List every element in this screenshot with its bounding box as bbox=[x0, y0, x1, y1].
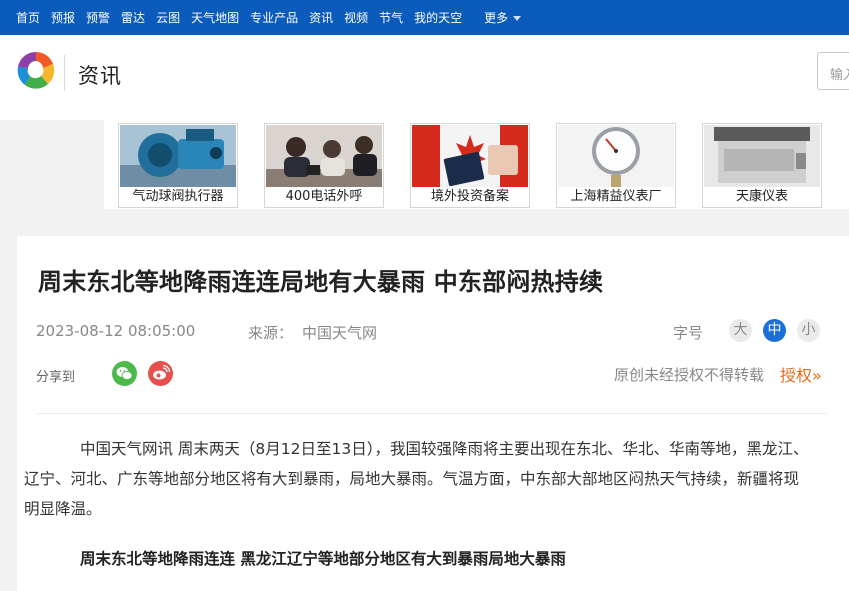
nav-more-menu[interactable]: 更多 bbox=[484, 9, 522, 26]
nav-item-video[interactable]: 视频 bbox=[344, 9, 368, 26]
top-nav-bar: 首页 预报 预警 雷达 云图 天气地图 专业产品 资讯 视频 节气 我的天空 更… bbox=[0, 0, 849, 35]
ad-card-tiankang-meter[interactable]: 天康仪表 bbox=[702, 123, 822, 208]
share-label: 分享到 bbox=[36, 370, 76, 385]
call-center-image bbox=[266, 125, 382, 187]
nav-item-weather-map[interactable]: 天气地图 bbox=[191, 9, 239, 26]
weibo-icon bbox=[148, 361, 173, 386]
article-paragraph: 中国天气网讯 周末两天（8月12日至13日），我国较强降雨将主要出现在东北、华北… bbox=[24, 440, 809, 518]
font-size-large-button[interactable]: 大 bbox=[729, 319, 752, 342]
font-size-label: 字号 bbox=[673, 324, 704, 342]
article-card: 周末东北等地降雨连连局地有大暴雨 中东部闷热持续 2023-08-12 08:0… bbox=[17, 236, 849, 591]
header-divider bbox=[64, 55, 65, 91]
source-name: 中国天气网 bbox=[302, 324, 378, 342]
ad-label: 境外投资备案 bbox=[430, 189, 509, 204]
article-subheading: 周末东北等地降雨连连 黑龙江辽宁等地部分地区有大到暴雨局地大暴雨 bbox=[80, 550, 566, 568]
copyright-note: 原创未经授权不得转载 bbox=[614, 366, 765, 384]
search-input[interactable]: 输入 bbox=[817, 52, 849, 90]
double-chevron-right-icon: » bbox=[812, 366, 822, 385]
font-size-medium-button[interactable]: 中 bbox=[763, 319, 786, 342]
nav-item-forecast[interactable]: 预报 bbox=[51, 9, 75, 26]
meter-device-image bbox=[704, 125, 820, 187]
ad-label: 天康仪表 bbox=[735, 189, 788, 204]
chevron-down-icon bbox=[513, 16, 522, 21]
site-header: 资讯 输入 bbox=[0, 35, 849, 120]
authorize-link[interactable]: 授权» bbox=[780, 362, 822, 386]
weather-logo-icon[interactable] bbox=[15, 49, 57, 91]
nav-item-my-sky[interactable]: 我的天空 bbox=[414, 9, 462, 26]
ad-card-overseas-investment[interactable]: 境外投资备案 bbox=[410, 123, 530, 208]
nav-item-cloud-map[interactable]: 云图 bbox=[156, 9, 180, 26]
passport-flag-image bbox=[412, 125, 528, 187]
nav-item-solar-terms[interactable]: 节气 bbox=[379, 9, 403, 26]
ad-card-gauge-factory[interactable]: 上海精益仪表厂 bbox=[556, 123, 676, 208]
nav-item-radar[interactable]: 雷达 bbox=[121, 9, 145, 26]
wechat-share-button[interactable] bbox=[112, 361, 137, 386]
valve-actuator-image bbox=[120, 125, 236, 187]
nav-item-professional[interactable]: 专业产品 bbox=[250, 9, 298, 26]
authorize-label: 授权 bbox=[780, 366, 813, 385]
nav-more-label: 更多 bbox=[484, 11, 509, 25]
font-size-small-button[interactable]: 小 bbox=[797, 319, 820, 342]
ad-label: 气动球阀执行器 bbox=[132, 189, 224, 204]
nav-item-warning[interactable]: 预警 bbox=[86, 9, 110, 26]
ad-card-valve[interactable]: 气动球阀执行器 bbox=[118, 123, 238, 208]
wechat-icon bbox=[112, 361, 137, 386]
pressure-gauge-image bbox=[558, 125, 674, 187]
publish-date: 2023-08-12 08:05:00 bbox=[36, 322, 196, 340]
nav-item-news[interactable]: 资讯 bbox=[309, 9, 333, 26]
header-rule bbox=[36, 413, 827, 414]
top-nav-items: 首页 预报 预警 雷达 云图 天气地图 专业产品 资讯 视频 节气 我的天空 更… bbox=[16, 0, 532, 35]
ad-label: 400电话外呼 bbox=[285, 189, 363, 204]
ad-label: 上海精益仪表厂 bbox=[570, 189, 662, 204]
section-title: 资讯 bbox=[78, 64, 122, 88]
nav-item-home[interactable]: 首页 bbox=[16, 9, 40, 26]
ad-strip: 气动球阀执行器 400电话外呼 境外投资备案 上海精益仪表厂 天康仪表 bbox=[104, 120, 849, 209]
ad-card-call-center[interactable]: 400电话外呼 bbox=[264, 123, 384, 208]
source-label: 来源： bbox=[248, 324, 294, 342]
weibo-share-button[interactable] bbox=[148, 361, 173, 386]
article-title: 周末东北等地降雨连连局地有大暴雨 中东部闷热持续 bbox=[38, 268, 604, 296]
